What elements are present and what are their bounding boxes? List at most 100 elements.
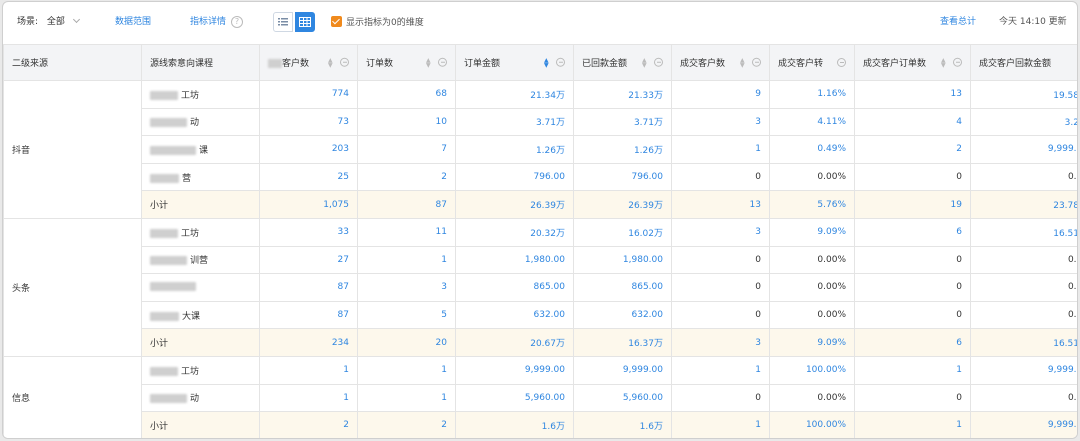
metric-cell[interactable]: 87 bbox=[259, 273, 358, 302]
metric-cell[interactable]: 27 bbox=[259, 245, 358, 275]
metric-cell[interactable]: 632.00 bbox=[455, 300, 574, 330]
metric-cell[interactable]: 632.00 bbox=[573, 300, 672, 330]
metric-cell[interactable]: 1,980.00 bbox=[455, 245, 574, 275]
metric-cell[interactable]: 9,999.00 bbox=[573, 355, 672, 385]
metric-cell[interactable]: 23.78万 bbox=[970, 190, 1077, 219]
metric-cell[interactable]: 0.00 bbox=[970, 383, 1077, 413]
metric-cell[interactable]: 3 bbox=[357, 273, 456, 302]
metric-cell[interactable]: 0 bbox=[854, 273, 971, 302]
metric-cell[interactable]: 16.51万 bbox=[970, 217, 1077, 247]
metric-cell[interactable]: 1,075 bbox=[259, 190, 358, 219]
remove-column-icon[interactable] bbox=[340, 57, 349, 67]
metric-cell[interactable]: 9,999.00 bbox=[455, 355, 574, 385]
metric-cell[interactable]: 7 bbox=[357, 135, 456, 164]
metric-cell[interactable]: 0 bbox=[854, 245, 971, 275]
metric-cell[interactable]: 3.71万 bbox=[455, 107, 574, 137]
metric-cell[interactable]: 1,980.00 bbox=[573, 245, 672, 275]
table-view-toggle[interactable] bbox=[295, 12, 315, 32]
metric-cell[interactable]: 0.00% bbox=[769, 273, 855, 302]
metric-cell[interactable]: 16.51万 bbox=[970, 328, 1077, 357]
metric-cell[interactable]: 0.00% bbox=[769, 300, 855, 330]
metric-cell[interactable]: 2 bbox=[357, 411, 456, 438]
metric-cell[interactable]: 4 bbox=[854, 107, 971, 137]
metric-cell[interactable]: 796.00 bbox=[455, 162, 574, 192]
metric-cell[interactable]: 68 bbox=[357, 80, 456, 109]
metric-cell[interactable]: 87 bbox=[259, 300, 358, 330]
metric-cell[interactable]: 87 bbox=[357, 190, 456, 219]
metric-cell[interactable]: 20.32万 bbox=[455, 217, 574, 247]
metric-cell[interactable]: 5,960.00 bbox=[573, 383, 672, 413]
metric-cell[interactable]: 0.00 bbox=[970, 245, 1077, 275]
metric-cell[interactable]: 1 bbox=[671, 355, 770, 385]
metric-cell[interactable]: 9 bbox=[671, 80, 770, 109]
show-zero-checkbox[interactable]: 显示指标为0的维度 bbox=[331, 16, 424, 30]
metric-cell[interactable]: 3 bbox=[671, 217, 770, 247]
metric-cell[interactable]: 774 bbox=[259, 80, 358, 109]
metric-cell[interactable]: 73 bbox=[259, 107, 358, 137]
sort-icon[interactable]: ▲ ▼ bbox=[740, 57, 746, 68]
metric-cell[interactable]: 100.00% bbox=[769, 355, 855, 385]
metric-cell[interactable]: 3 bbox=[671, 107, 770, 137]
metric-cell[interactable]: 0.00% bbox=[769, 162, 855, 192]
metric-cell[interactable]: 3.2万 bbox=[970, 107, 1077, 137]
metric-cell[interactable]: 6 bbox=[854, 217, 971, 247]
metric-cell[interactable]: 5.76% bbox=[769, 190, 855, 219]
metric-cell[interactable]: 1.6万 bbox=[455, 411, 574, 438]
metric-cell[interactable]: 4.11% bbox=[769, 107, 855, 137]
metric-cell[interactable]: 9.09% bbox=[769, 217, 855, 247]
metric-cell[interactable]: 16.37万 bbox=[573, 328, 672, 357]
metric-cell[interactable]: 9.09% bbox=[769, 328, 855, 357]
help-icon[interactable]: ? bbox=[231, 16, 244, 28]
remove-column-icon[interactable] bbox=[953, 57, 962, 67]
metric-cell[interactable]: 203 bbox=[259, 135, 358, 164]
metric-cell[interactable]: 1.6万 bbox=[573, 411, 672, 438]
sort-icon[interactable]: ▲ ▼ bbox=[426, 57, 432, 68]
col-header-deal-paid[interactable]: 成交客户回款金额▲▼ bbox=[970, 44, 1077, 81]
metric-cell[interactable]: 0 bbox=[671, 162, 770, 192]
metric-cell[interactable]: 2 bbox=[854, 135, 971, 164]
col-header-customers[interactable]: 客户数 ▲ ▼ bbox=[259, 44, 358, 81]
metric-cell[interactable]: 5 bbox=[357, 300, 456, 330]
remove-column-icon[interactable] bbox=[752, 57, 761, 67]
metric-cell[interactable]: 20 bbox=[357, 328, 456, 357]
metric-cell[interactable]: 21.34万 bbox=[455, 80, 574, 109]
col-header-order-amount[interactable]: 订单金额 ▲ ▼ bbox=[455, 44, 574, 81]
metric-cell[interactable]: 1 bbox=[259, 355, 358, 385]
metric-cell[interactable]: 10 bbox=[357, 107, 456, 137]
metric-cell[interactable]: 2 bbox=[259, 411, 358, 438]
remove-column-icon[interactable] bbox=[556, 57, 565, 67]
metric-cell[interactable]: 100.00% bbox=[769, 411, 855, 438]
metric-cell[interactable]: 0 bbox=[671, 383, 770, 413]
metric-cell[interactable]: 1 bbox=[671, 411, 770, 438]
metric-cell[interactable]: 1 bbox=[259, 383, 358, 413]
metric-cell[interactable]: 1 bbox=[357, 355, 456, 385]
metric-cell[interactable]: 25 bbox=[259, 162, 358, 192]
sort-icon[interactable]: ▲ ▼ bbox=[941, 57, 947, 68]
metric-cell[interactable]: 234 bbox=[259, 328, 358, 357]
col-header-deal-orders[interactable]: 成交客户订单数 ▲ ▼ bbox=[854, 44, 971, 81]
col-header-course[interactable]: 源线索意向课程 bbox=[141, 44, 260, 81]
metric-cell[interactable]: 0.49% bbox=[769, 135, 855, 164]
sort-icon[interactable]: ▲ ▼ bbox=[642, 57, 648, 68]
metric-cell[interactable]: 3 bbox=[671, 328, 770, 357]
metric-cell[interactable]: 9,999.00 bbox=[970, 411, 1077, 438]
metric-cell[interactable]: 3.71万 bbox=[573, 107, 672, 137]
metric-cell[interactable]: 0 bbox=[671, 273, 770, 302]
metric-cell[interactable]: 0 bbox=[854, 383, 971, 413]
view-total-link[interactable]: 查看总计 bbox=[940, 16, 976, 29]
metric-cell[interactable]: 13 bbox=[854, 80, 971, 109]
metric-cell[interactable]: 20.67万 bbox=[455, 328, 574, 357]
metric-cell[interactable]: 865.00 bbox=[573, 273, 672, 302]
col-header-deal-customers[interactable]: 成交客户数 ▲ ▼ bbox=[671, 44, 770, 81]
metric-cell[interactable]: 0.00 bbox=[970, 300, 1077, 330]
metric-cell[interactable]: 0.00% bbox=[769, 245, 855, 275]
metric-cell[interactable]: 1.26万 bbox=[573, 135, 672, 164]
metric-cell[interactable]: 13 bbox=[671, 190, 770, 219]
metric-cell[interactable]: 11 bbox=[357, 217, 456, 247]
metric-detail-link[interactable]: 指标详情? bbox=[190, 16, 244, 29]
metric-cell[interactable]: 1 bbox=[357, 383, 456, 413]
chart-view-toggle[interactable] bbox=[273, 12, 293, 32]
metric-cell[interactable]: 0.00 bbox=[970, 273, 1077, 302]
metric-cell[interactable]: 1.16% bbox=[769, 80, 855, 109]
col-header-source[interactable]: 二级来源 bbox=[3, 44, 142, 81]
